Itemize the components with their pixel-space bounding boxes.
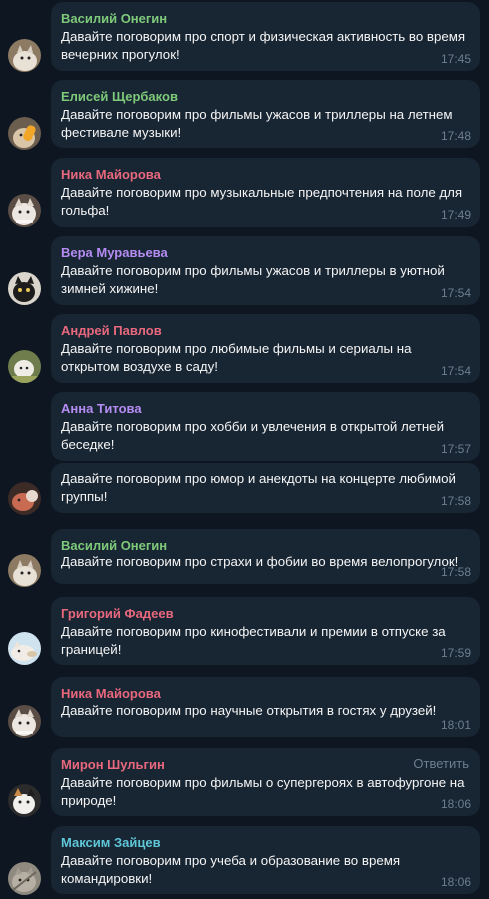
message-bubble[interactable]: Вера Муравьева Давайте поговорим про фил… xyxy=(51,236,480,305)
message-time: 17:48 xyxy=(440,129,471,143)
cat-avatar-icon[interactable] xyxy=(8,862,41,895)
cat-avatar-icon[interactable] xyxy=(8,272,41,305)
cat-avatar-icon[interactable] xyxy=(8,194,41,227)
message-bubble[interactable]: Андрей Павлов Давайте поговорим про люби… xyxy=(51,314,480,383)
message-text: Давайте поговорим про хобби и увлечения … xyxy=(61,419,444,452)
message-sender[interactable]: Андрей Павлов xyxy=(61,323,162,338)
message-bubble[interactable]: Елисей Щербаков Давайте поговорим про фи… xyxy=(51,80,480,148)
message-time: 17:49 xyxy=(440,208,471,222)
message-text: Давайте поговорим про страхи и фобии во … xyxy=(61,554,459,569)
cat-avatar-icon[interactable] xyxy=(8,554,41,587)
message-bubble[interactable]: Ника Майорова Давайте поговорим про науч… xyxy=(51,677,480,737)
message-bubble[interactable]: Григорий Фадеев Давайте поговорим про ки… xyxy=(51,597,480,665)
message-time: 17:58 xyxy=(440,565,471,579)
message-text: Давайте поговорим про учеба и образовани… xyxy=(61,853,401,886)
message-time: 18:01 xyxy=(440,718,471,732)
cat-avatar-icon[interactable] xyxy=(8,784,41,817)
message-text: Давайте поговорим про любимые фильмы и с… xyxy=(61,341,412,374)
message-text: Давайте поговорим про спорт и физическая… xyxy=(61,29,466,62)
message-sender[interactable]: Ника Майорова xyxy=(61,686,161,701)
message-bubble[interactable]: Ника Майорова Давайте поговорим про музы… xyxy=(51,158,480,227)
cat-avatar-icon[interactable] xyxy=(8,632,41,665)
message-sender[interactable]: Анна Титова xyxy=(61,401,142,416)
reply-button[interactable]: Ответить xyxy=(413,756,469,771)
message-sender[interactable]: Василий Онегин xyxy=(61,538,167,553)
message-time: 17:57 xyxy=(440,442,471,456)
cat-avatar-icon[interactable] xyxy=(8,482,41,515)
message-bubble[interactable]: Давайте поговорим про юмор и анекдоты на… xyxy=(51,463,480,513)
message-time: 18:06 xyxy=(440,875,471,889)
message-sender[interactable]: Елисей Щербаков xyxy=(61,89,178,104)
message-text: Давайте поговорим про юмор и анекдоты на… xyxy=(61,471,456,504)
message-text: Давайте поговорим про фильмы о супергеро… xyxy=(61,775,465,808)
message-time: 17:45 xyxy=(440,52,471,66)
chat-history: Василий Онегин Давайте поговорим про спо… xyxy=(0,0,489,899)
message-time: 17:58 xyxy=(440,494,471,508)
cat-avatar-icon[interactable] xyxy=(8,117,41,150)
message-bubble[interactable]: Максим Зайцев Давайте поговорим про учеб… xyxy=(51,826,480,894)
cat-avatar-icon[interactable] xyxy=(8,350,41,383)
message-time: 17:59 xyxy=(440,646,471,660)
message-text: Давайте поговорим про фильмы ужасов и тр… xyxy=(61,107,453,140)
message-bubble[interactable]: Василий Онегин Давайте поговорим про стр… xyxy=(51,529,480,584)
message-bubble[interactable]: Василий Онегин Давайте поговорим про спо… xyxy=(51,2,480,71)
cat-avatar-icon[interactable] xyxy=(8,705,41,738)
message-sender[interactable]: Григорий Фадеев xyxy=(61,606,174,621)
message-sender[interactable]: Ника Майорова xyxy=(61,167,161,182)
cat-avatar-icon[interactable] xyxy=(8,39,41,72)
message-sender[interactable]: Максим Зайцев xyxy=(61,835,161,850)
message-time: 18:06 xyxy=(440,797,471,811)
message-time: 17:54 xyxy=(440,364,471,378)
message-bubble[interactable]: Мирон Шульгин Ответить Давайте поговорим… xyxy=(51,748,480,816)
message-text: Давайте поговорим про научные открытия в… xyxy=(61,703,437,718)
message-time: 17:54 xyxy=(440,286,471,300)
message-text: Давайте поговорим про фильмы ужасов и тр… xyxy=(61,263,445,296)
message-sender[interactable]: Вера Муравьева xyxy=(61,245,168,260)
message-sender[interactable]: Василий Онегин xyxy=(61,11,167,26)
message-sender[interactable]: Мирон Шульгин xyxy=(61,757,165,772)
message-text: Давайте поговорим про кинофестивали и пр… xyxy=(61,624,446,657)
message-text: Давайте поговорим про музыкальные предпо… xyxy=(61,185,463,218)
message-bubble[interactable]: Анна Титова Давайте поговорим про хобби … xyxy=(51,392,480,461)
